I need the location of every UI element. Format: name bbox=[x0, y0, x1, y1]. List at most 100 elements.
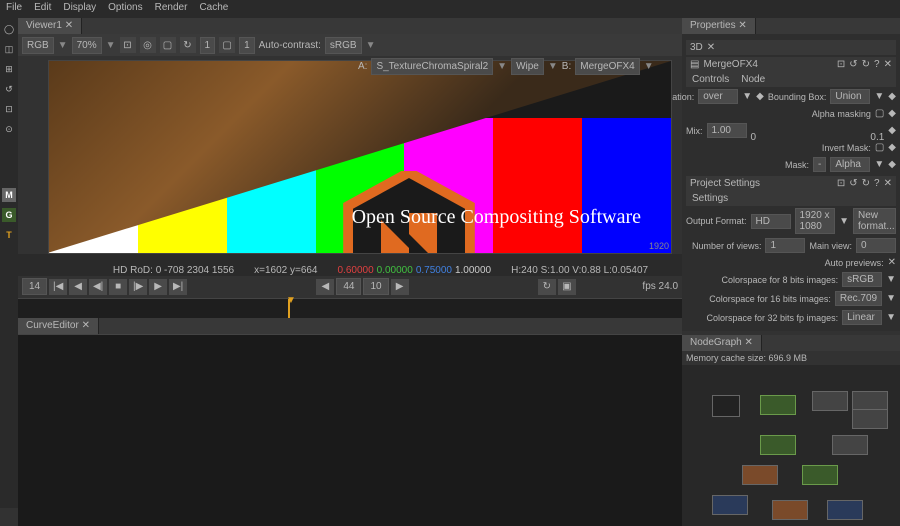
operation-select[interactable]: over bbox=[698, 89, 738, 104]
tool-3[interactable]: ⊞ bbox=[2, 62, 16, 76]
node-colorcorrect[interactable] bbox=[760, 395, 796, 415]
mask-channel[interactable]: Alpha bbox=[830, 157, 870, 172]
tab-properties[interactable]: Properties ✕ bbox=[682, 18, 756, 34]
colorspace-select[interactable]: sRGB bbox=[325, 37, 362, 54]
alpha-masking-label: Alpha masking bbox=[812, 109, 871, 119]
cs32-select[interactable]: Linear bbox=[842, 310, 882, 325]
menu-options[interactable]: Options bbox=[108, 2, 142, 16]
left-toolbar: ◯ ◫ ⊞ ↺ ⊡ ⊙ M G T bbox=[0, 18, 18, 508]
mainview-value[interactable]: 0 bbox=[856, 238, 896, 253]
frame-end[interactable]: 10 bbox=[363, 278, 388, 295]
tab-curve-editor[interactable]: CurveEditor ✕ bbox=[18, 318, 99, 334]
new-format-button[interactable]: New format... bbox=[853, 208, 896, 234]
frame-current[interactable]: 44 bbox=[336, 278, 361, 295]
skip-last-button[interactable]: ▶| bbox=[169, 279, 187, 295]
step-fwd-button[interactable]: |▶ bbox=[129, 279, 147, 295]
gain-value[interactable]: 1 bbox=[200, 37, 216, 54]
frame-dec-button[interactable]: ◀ bbox=[316, 279, 334, 295]
target-icon[interactable]: ◎ bbox=[140, 37, 156, 53]
center-icon[interactable]: ⊡ bbox=[837, 59, 845, 70]
collapse-icon[interactable]: ▤ bbox=[690, 59, 699, 70]
status-rgba1: 0.149220.042290.001291.00000 bbox=[326, 259, 480, 270]
loop-icon[interactable]: ↻ bbox=[538, 279, 556, 295]
channel-select[interactable]: RGB bbox=[22, 37, 54, 54]
tool-2[interactable]: ◫ bbox=[2, 42, 16, 56]
autopreview-checkbox[interactable]: ✕ bbox=[888, 257, 896, 268]
step-back-button[interactable]: ◀| bbox=[89, 279, 107, 295]
cs8-select[interactable]: sRGB bbox=[842, 272, 882, 287]
node-merge1[interactable] bbox=[742, 465, 778, 485]
status-rod1: HD RoD: 0 0 1920 1080 bbox=[116, 259, 223, 270]
menubar: File Edit Display Options Render Cache bbox=[0, 0, 900, 18]
status-xy1: x=1602 y=664 bbox=[242, 259, 305, 270]
menu-display[interactable]: Display bbox=[63, 2, 96, 16]
render-icon[interactable]: ▣ bbox=[558, 279, 576, 295]
stop-button[interactable]: ■ bbox=[109, 279, 127, 295]
menu-cache[interactable]: Cache bbox=[199, 2, 228, 16]
bbox-select[interactable]: Union bbox=[830, 89, 870, 104]
roi-icon[interactable]: ▢ bbox=[160, 37, 176, 53]
mask-source[interactable]: - bbox=[813, 157, 826, 172]
subtab-node[interactable]: Node bbox=[735, 72, 771, 87]
zoom-select[interactable]: 70% bbox=[72, 37, 102, 54]
curve-tab-bar: CurveEditor ✕ bbox=[18, 318, 682, 334]
tool-1[interactable]: ◯ bbox=[2, 22, 16, 36]
play-fwd-button[interactable]: ▶ bbox=[149, 279, 167, 295]
keyframe-icon[interactable]: ◆ bbox=[888, 125, 896, 136]
tool-text-letter[interactable]: T bbox=[2, 228, 16, 242]
menu-file[interactable]: File bbox=[6, 2, 22, 16]
nviews-value[interactable]: 1 bbox=[765, 238, 805, 253]
play-back-button[interactable]: ◀ bbox=[69, 279, 87, 295]
b-node-select[interactable]: MergeOFX4 bbox=[575, 58, 639, 75]
gamma-value[interactable]: 1 bbox=[239, 37, 255, 54]
gamma-icon[interactable]: ▢ bbox=[219, 37, 235, 53]
viewer-toolbar: RGB ▼ 70% ▼ ⊡ ◎ ▢ ↻ 1 ▢ 1 Auto-contrast:… bbox=[18, 34, 682, 56]
tool-5[interactable]: ⊡ bbox=[2, 102, 16, 116]
timeline[interactable]: ▼ bbox=[18, 298, 682, 318]
node-grade[interactable] bbox=[760, 435, 796, 455]
node-header[interactable]: ▤ MergeOFX4 ⊡↺↻?✕ bbox=[686, 57, 896, 72]
subtab-settings[interactable]: Settings bbox=[686, 191, 734, 206]
frame-inc-button[interactable]: ▶ bbox=[391, 279, 409, 295]
node-merge2[interactable] bbox=[772, 500, 808, 520]
node-viewer[interactable] bbox=[827, 500, 863, 520]
format-preset[interactable]: HD bbox=[751, 214, 791, 229]
project-3d-header[interactable]: 3D ✕ bbox=[686, 40, 896, 55]
a-node-select[interactable]: S_TextureChromaSpiral2 bbox=[371, 58, 493, 75]
curve-editor-canvas[interactable] bbox=[18, 334, 682, 526]
tool-merge-letter[interactable]: M bbox=[2, 188, 16, 202]
tool-4[interactable]: ↺ bbox=[2, 82, 16, 96]
format-value[interactable]: 1920 x 1080 bbox=[795, 208, 836, 234]
menu-render[interactable]: Render bbox=[155, 2, 188, 16]
wipe-select[interactable]: Wipe bbox=[511, 58, 544, 75]
subtab-controls[interactable]: Controls bbox=[686, 72, 735, 87]
tab-viewer1[interactable]: Viewer1 ✕ bbox=[18, 18, 82, 34]
viewer-canvas[interactable]: Open Source Compositing Software 1920 bbox=[48, 60, 672, 254]
canvas-width-label: 1920 bbox=[649, 241, 669, 251]
tool-grade-letter[interactable]: G bbox=[2, 208, 16, 222]
cs16-select[interactable]: Rec.709 bbox=[835, 291, 882, 306]
mix-value[interactable]: 1.00 bbox=[707, 123, 747, 138]
node-background1[interactable] bbox=[812, 391, 848, 411]
menu-edit[interactable]: Edit bbox=[34, 2, 51, 16]
project-settings-header[interactable]: Project Settings⊡↺↻?✕ bbox=[686, 176, 896, 191]
node-read[interactable] bbox=[712, 395, 740, 417]
node-mask[interactable] bbox=[852, 391, 888, 411]
tab-nodegraph[interactable]: NodeGraph ✕ bbox=[682, 335, 762, 351]
status-ab: A: B: bbox=[24, 254, 33, 276]
frame-start[interactable]: 14 bbox=[22, 278, 47, 295]
node-text[interactable] bbox=[712, 495, 748, 515]
node-grade2[interactable] bbox=[802, 465, 838, 485]
fps-label: fps 24.0 bbox=[642, 281, 678, 292]
keyframe-icon[interactable]: ◆ bbox=[756, 91, 764, 102]
status-hsv1: H:31 S:0.96 V:0.42 L:0.06249 bbox=[499, 259, 630, 270]
invert-checkbox[interactable]: ▢ bbox=[875, 142, 884, 153]
skip-first-button[interactable]: |◀ bbox=[49, 279, 67, 295]
nodegraph-canvas[interactable] bbox=[682, 365, 900, 526]
node-vignette[interactable] bbox=[832, 435, 868, 455]
tool-6[interactable]: ⊙ bbox=[2, 122, 16, 136]
clip-icon[interactable]: ⊡ bbox=[120, 37, 136, 53]
node-edgeblur[interactable] bbox=[852, 409, 888, 429]
keyframe-icon[interactable]: ◆ bbox=[888, 91, 896, 102]
refresh-icon[interactable]: ↻ bbox=[180, 37, 196, 53]
